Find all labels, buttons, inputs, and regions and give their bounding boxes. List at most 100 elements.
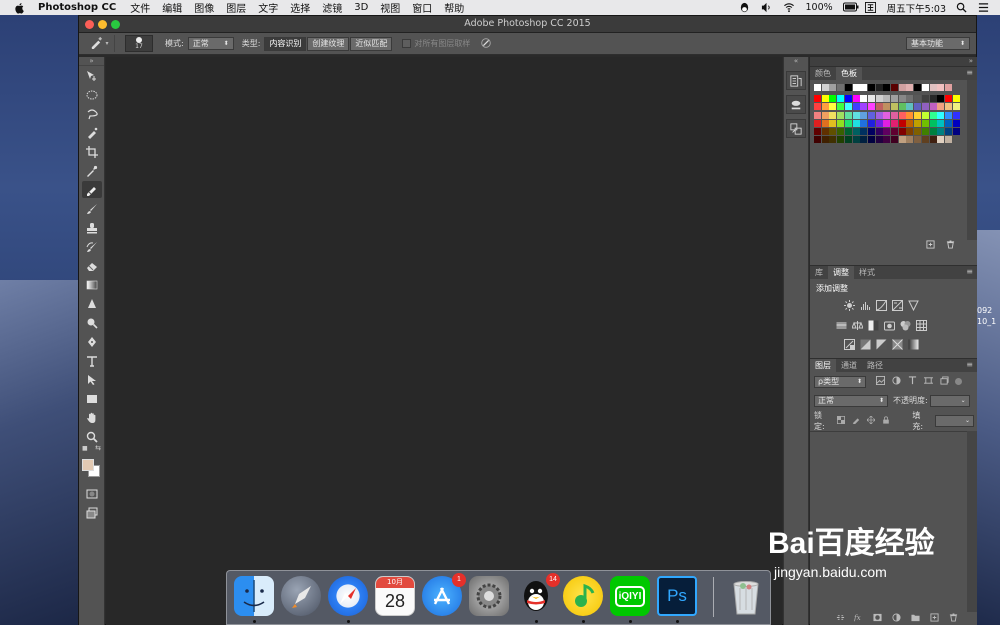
color-swatch[interactable] [944, 136, 952, 144]
battery-icon[interactable] [842, 2, 859, 13]
delete-swatch-icon[interactable] [946, 240, 955, 249]
color-swatch[interactable] [944, 103, 952, 111]
new-adjustment-layer-icon[interactable] [892, 613, 901, 622]
color-swatch[interactable] [829, 95, 837, 103]
color-swatch[interactable] [814, 136, 821, 144]
color-swatch[interactable] [937, 84, 945, 91]
fill-input[interactable]: ⌄ [934, 414, 975, 427]
menu-image[interactable]: 图像 [194, 0, 214, 15]
tab-channels[interactable]: 通道 [836, 359, 862, 372]
screen-mode-icon[interactable] [82, 504, 102, 521]
quick-mask-icon[interactable] [82, 485, 102, 502]
filter-toggle-icon[interactable] [955, 378, 962, 385]
gradient-map-icon[interactable] [908, 339, 919, 350]
layer-mask-icon[interactable] [873, 613, 882, 622]
brush-icon[interactable] [82, 200, 102, 217]
app-store-icon[interactable]: 1 [422, 573, 466, 616]
color-swatch[interactable] [921, 84, 929, 91]
eraser-icon[interactable] [82, 257, 102, 274]
color-swatch[interactable] [883, 136, 891, 144]
path-select-icon[interactable] [82, 371, 102, 388]
pressure-size-icon[interactable] [480, 37, 492, 51]
color-swatch[interactable] [852, 111, 860, 119]
lock-transparent-icon[interactable] [837, 415, 846, 426]
marquee-icon[interactable] [82, 86, 102, 103]
color-swatch[interactable] [891, 103, 898, 111]
tab-swatches[interactable]: 色板 [836, 67, 862, 80]
threshold-icon[interactable] [876, 339, 887, 350]
color-swatch[interactable] [898, 128, 906, 135]
color-swatch[interactable] [914, 111, 922, 119]
hand-icon[interactable] [82, 409, 102, 426]
color-swatch[interactable] [821, 111, 829, 119]
filter-adjustment-icon[interactable] [892, 376, 901, 387]
lock-all-icon[interactable] [882, 415, 890, 426]
color-swatch[interactable] [844, 84, 852, 91]
system-preferences-icon[interactable] [469, 576, 509, 616]
color-swatch[interactable] [837, 128, 845, 135]
foreground-color-swatch[interactable] [81, 459, 94, 471]
type-content-aware-button[interactable]: 内容识别 [264, 36, 307, 51]
mode-select[interactable]: 正常 ⬍ [187, 37, 234, 50]
workspace-switcher[interactable]: 基本功能 ⬍ [906, 37, 970, 50]
color-swatch[interactable] [914, 119, 922, 127]
qq-status-icon[interactable] [739, 2, 751, 13]
color-swatch[interactable] [860, 95, 868, 103]
desktop-file-label[interactable]: 092 10_1 [977, 305, 996, 327]
tab-libraries[interactable]: 库 [810, 266, 828, 279]
color-swatch[interactable] [821, 119, 829, 127]
black-white-icon[interactable] [868, 320, 879, 331]
color-swatch[interactable] [860, 119, 868, 127]
color-swatch[interactable] [929, 95, 937, 103]
color-swatch[interactable] [875, 128, 883, 135]
color-swatch[interactable] [821, 136, 829, 144]
color-swatch[interactable] [814, 128, 821, 135]
brush-settings-panel-icon[interactable] [786, 95, 806, 114]
color-swatch[interactable] [814, 95, 821, 103]
color-swatch[interactable] [875, 111, 883, 119]
blend-mode-select[interactable]: 正常 ⬍ [814, 394, 888, 407]
layer-filter-select[interactable]: ρ类型 ⬍ [814, 375, 866, 388]
color-swatch[interactable] [914, 103, 922, 111]
qq-music-icon[interactable] [563, 576, 603, 616]
color-swatch[interactable] [937, 128, 945, 135]
color-swatch[interactable] [937, 103, 945, 111]
tab-paths[interactable]: 路径 [862, 359, 888, 372]
color-swatch[interactable] [898, 84, 906, 91]
color-swatch[interactable] [883, 103, 891, 111]
color-swatch[interactable] [867, 111, 875, 119]
menu-3d[interactable]: 3D [354, 2, 368, 13]
color-swatch[interactable] [906, 103, 914, 111]
color-swatch[interactable] [944, 84, 952, 91]
color-swatch[interactable] [883, 128, 891, 135]
color-swatch[interactable] [860, 103, 868, 111]
clone-source-panel-icon[interactable] [786, 119, 806, 138]
lock-pixels-icon[interactable] [852, 416, 860, 426]
color-swatch[interactable] [829, 119, 837, 127]
panel-menu-icon[interactable]: ≡ [966, 68, 973, 77]
color-swatch[interactable] [906, 111, 914, 119]
color-swatch[interactable] [829, 103, 837, 111]
color-swatch[interactable] [906, 84, 914, 91]
color-swatch[interactable] [921, 103, 929, 111]
menu-layer[interactable]: 图层 [226, 0, 246, 15]
panels-collapse-icon[interactable]: » [810, 57, 977, 66]
trash-icon[interactable] [726, 576, 766, 616]
color-swatch[interactable] [891, 136, 898, 144]
calendar-icon[interactable]: 10月 28 [375, 576, 415, 616]
history-panel-icon[interactable] [786, 71, 806, 90]
blur-icon[interactable] [82, 295, 102, 312]
clone-stamp-icon[interactable] [82, 219, 102, 236]
pen-icon[interactable] [82, 333, 102, 350]
color-swatch[interactable] [837, 111, 845, 119]
safari-icon[interactable] [328, 576, 368, 616]
color-swatch[interactable] [937, 95, 945, 103]
type-create-texture-button[interactable]: 创建纹理 [307, 36, 350, 51]
default-colors-icon[interactable]: ■ [82, 445, 88, 452]
menu-file[interactable]: 文件 [130, 0, 150, 15]
layer-style-fx-icon[interactable]: fx [853, 613, 863, 622]
type-proximity-match-button[interactable]: 近似匹配 [350, 36, 393, 51]
channel-mixer-icon[interactable] [900, 320, 911, 331]
panel-menu-icon[interactable]: ≡ [966, 267, 973, 276]
color-swatch[interactable] [852, 128, 860, 135]
